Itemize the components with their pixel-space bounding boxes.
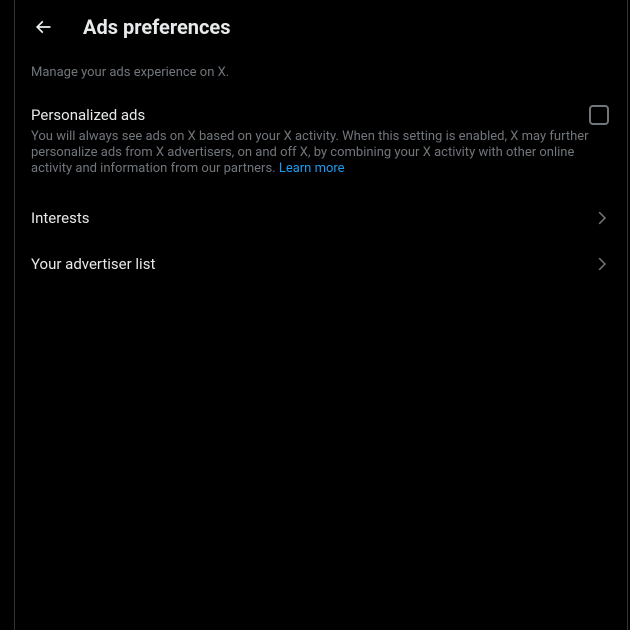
- advertiser-list-label: Your advertiser list: [31, 255, 155, 273]
- advertiser-list-row[interactable]: Your advertiser list: [15, 241, 627, 287]
- page-title: Ads preferences: [83, 15, 231, 39]
- personalized-ads-head: Personalized ads: [31, 105, 611, 125]
- back-arrow-icon: [33, 17, 53, 37]
- chevron-right-icon: [593, 209, 611, 227]
- personalized-ads-checkbox[interactable]: [589, 105, 609, 125]
- page-subtitle: Manage your ads experience on X.: [15, 53, 627, 93]
- learn-more-link[interactable]: Learn more: [279, 161, 345, 176]
- back-button[interactable]: [25, 9, 61, 45]
- personalized-ads-description: You will always see ads on X based on yo…: [31, 129, 611, 177]
- settings-panel: Ads preferences Manage your ads experien…: [14, 0, 628, 630]
- interests-label: Interests: [31, 209, 90, 227]
- chevron-right-icon: [593, 255, 611, 273]
- personalized-ads-label: Personalized ads: [31, 105, 145, 125]
- personalized-ads-setting: Personalized ads You will always see ads…: [15, 93, 627, 181]
- header: Ads preferences: [15, 0, 627, 53]
- interests-row[interactable]: Interests: [15, 195, 627, 241]
